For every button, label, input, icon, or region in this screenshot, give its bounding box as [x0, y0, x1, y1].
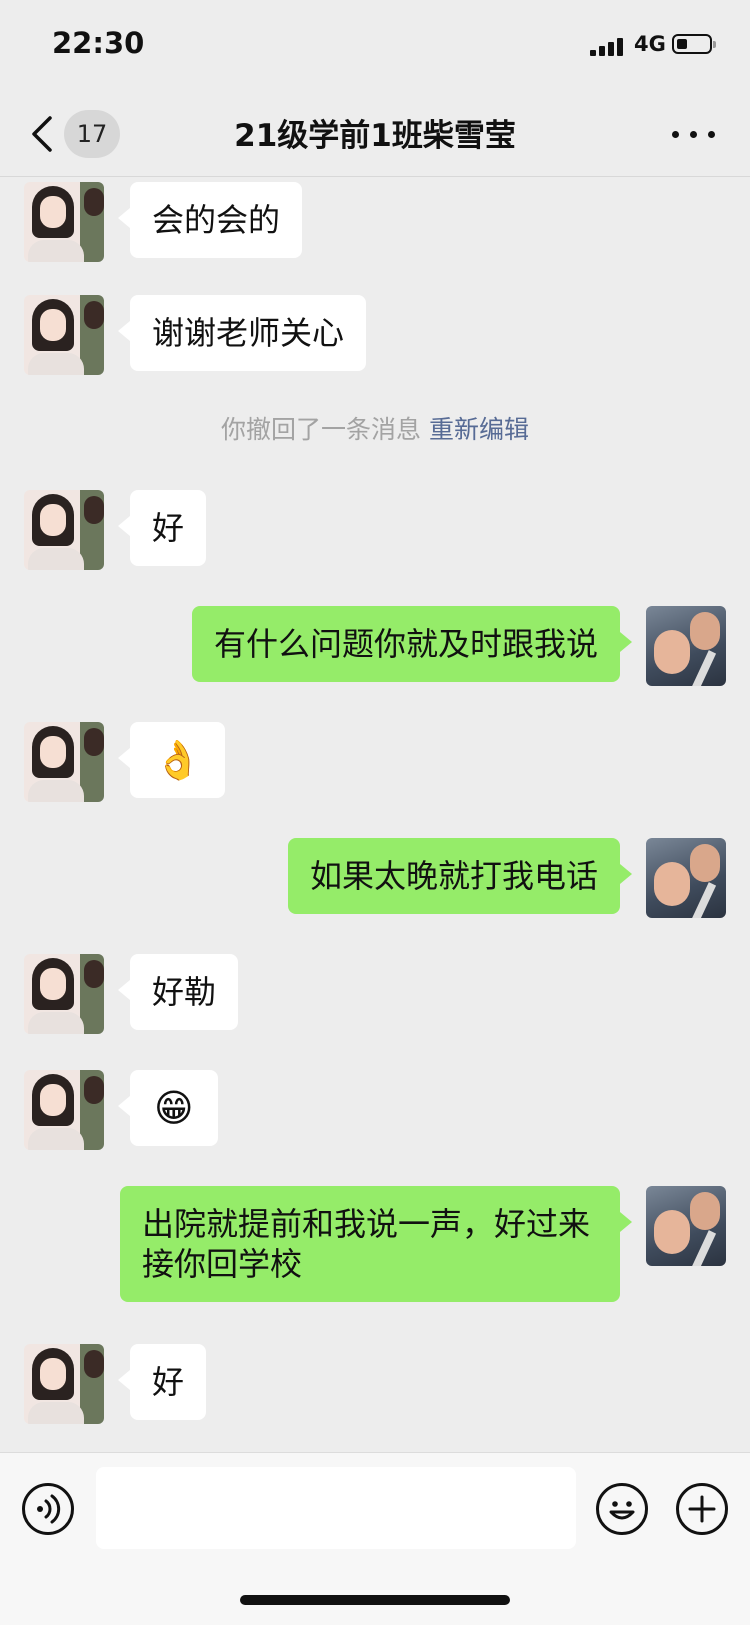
grinning-face-emoji-message[interactable]: 😁	[118, 1070, 218, 1146]
ellipsis-dot	[708, 131, 715, 138]
contact-avatar[interactable]	[24, 182, 104, 262]
status-bar: 22:30 4G	[0, 0, 750, 92]
my-avatar[interactable]	[646, 606, 726, 686]
recalled-message-notice: 你撤回了一条消息 重新编辑	[0, 410, 750, 446]
contact-avatar[interactable]	[24, 490, 104, 570]
battery-low-icon	[672, 34, 716, 54]
contact-avatar[interactable]	[24, 1344, 104, 1424]
incoming-message[interactable]: 好	[117, 1344, 207, 1420]
unread-count-badge: 17	[64, 110, 120, 158]
home-indicator	[240, 1595, 510, 1605]
signal-bars-icon	[590, 36, 626, 56]
network-type: 4G	[634, 32, 666, 56]
outgoing-message[interactable]: 如果太晚就打我电话	[287, 838, 633, 914]
status-time: 22:30	[52, 26, 145, 60]
incoming-message[interactable]: 好勒	[117, 954, 239, 1030]
voice-icon	[37, 1494, 61, 1524]
more-functions-button[interactable]	[676, 1483, 728, 1535]
outgoing-message[interactable]: 出院就提前和我说一声，好过来接你回学校	[120, 1186, 632, 1302]
my-avatar[interactable]	[646, 1186, 726, 1266]
recalled-message-text: 你撤回了一条消息	[220, 415, 421, 444]
incoming-message[interactable]: 会的会的	[117, 182, 303, 258]
emoji-button[interactable]	[596, 1483, 648, 1535]
re-edit-link[interactable]: 重新编辑	[429, 415, 529, 444]
my-avatar[interactable]	[646, 838, 726, 918]
voice-input-button[interactable]	[22, 1483, 74, 1535]
contact-avatar[interactable]	[24, 722, 104, 802]
message-input[interactable]	[96, 1467, 576, 1549]
chevron-left-icon	[32, 116, 52, 152]
outgoing-message[interactable]: 有什么问题你就及时跟我说	[191, 606, 633, 682]
contact-avatar[interactable]	[24, 954, 104, 1034]
chat-header: 17 21级学前1班柴雪莹	[0, 92, 750, 177]
ellipsis-dot	[690, 131, 697, 138]
plus-icon	[688, 1495, 716, 1523]
ellipsis-icon	[672, 131, 679, 138]
incoming-message[interactable]: 好	[117, 490, 207, 566]
chat-title: 21级学前1班柴雪莹	[234, 118, 516, 154]
contact-avatar[interactable]	[24, 1070, 104, 1150]
more-options-button[interactable]	[672, 120, 716, 148]
smiley-icon	[609, 1501, 635, 1520]
incoming-message[interactable]: 谢谢老师关心	[117, 295, 367, 371]
back-button[interactable]: 17	[30, 110, 130, 158]
ok-hand-emoji-message[interactable]: 👌	[117, 722, 226, 798]
contact-avatar[interactable]	[24, 295, 104, 375]
input-bar	[0, 1452, 750, 1625]
